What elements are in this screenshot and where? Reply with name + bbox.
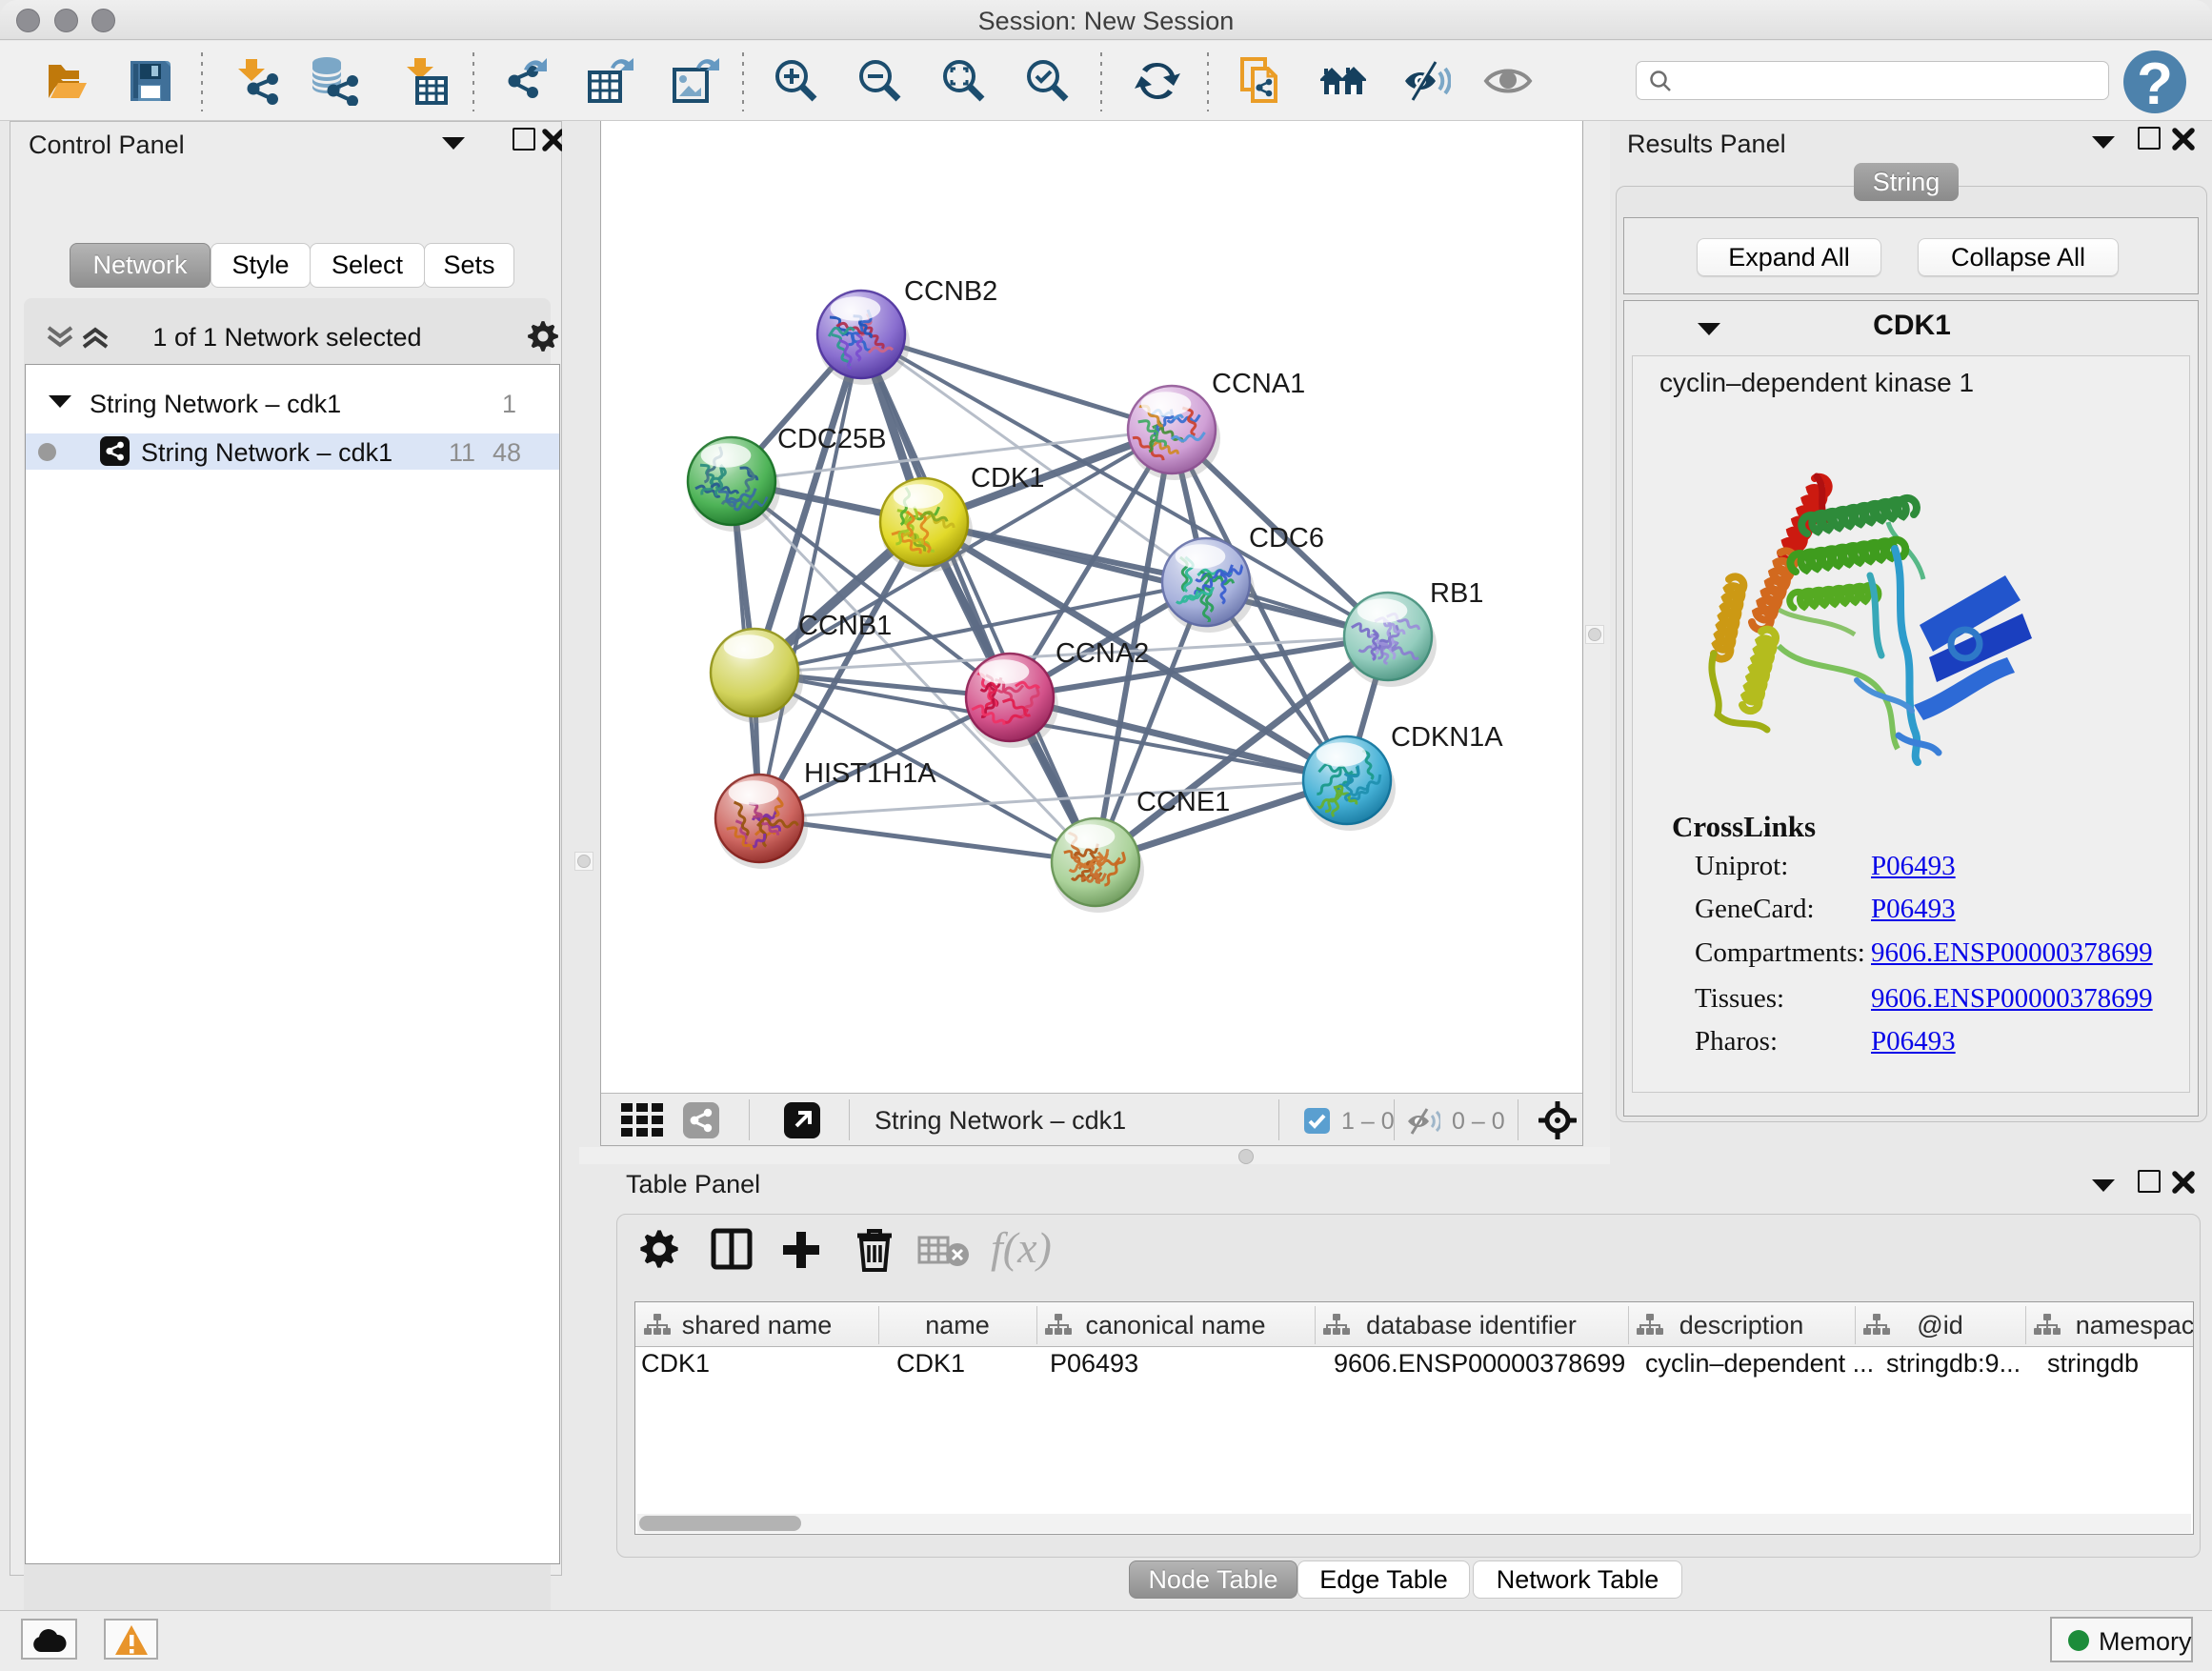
svg-text:CDC6: CDC6: [1249, 523, 1324, 554]
svg-text:CCNE1: CCNE1: [1136, 787, 1230, 817]
svg-text:CCNB2: CCNB2: [904, 276, 997, 307]
svg-text:?: ?: [2137, 51, 2173, 114]
svg-text:CDK1: CDK1: [971, 463, 1044, 493]
svg-text:CDC25B: CDC25B: [777, 424, 886, 454]
svg-text:HIST1H1A: HIST1H1A: [804, 758, 936, 789]
svg-text:RB1: RB1: [1430, 578, 1483, 609]
svg-text:CDKN1A: CDKN1A: [1391, 722, 1503, 753]
svg-text:CCNB1: CCNB1: [798, 611, 892, 641]
svg-text:CCNA2: CCNA2: [1056, 638, 1149, 669]
svg-text:CCNA1: CCNA1: [1212, 369, 1305, 399]
